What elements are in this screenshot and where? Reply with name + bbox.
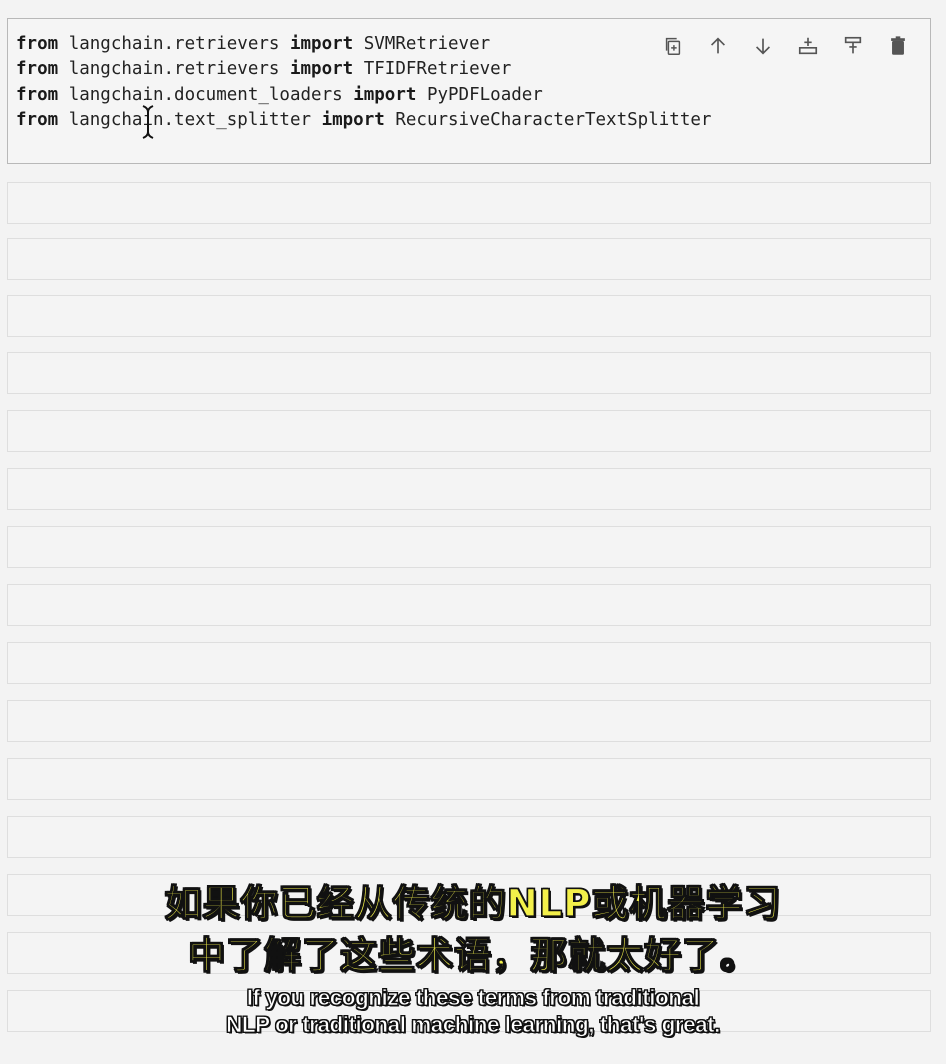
video-subtitles: 如果你已经从传统的NLP或机器学习 中了解了这些术语，那就太好了。 If you…	[0, 878, 946, 1038]
empty-cell[interactable]	[7, 468, 931, 510]
keyword-import: import	[289, 59, 354, 80]
keyword-from: from	[16, 84, 59, 105]
merge-button[interactable]	[834, 33, 871, 59]
keyword-import: import	[353, 84, 417, 105]
empty-cell[interactable]	[7, 584, 931, 626]
keyword-from: from	[16, 34, 59, 54]
module-name: langchain.retrievers	[68, 59, 280, 80]
keyword-from: from	[16, 109, 59, 130]
code-line: from langchain.retrievers import TFIDFRe…	[16, 57, 711, 82]
delete-icon	[890, 36, 905, 55]
duplicate-icon	[665, 37, 680, 55]
empty-cell[interactable]	[7, 295, 931, 337]
duplicate-button[interactable]	[654, 33, 691, 59]
empty-cell[interactable]	[7, 758, 931, 800]
code-line: from langchain.retrievers import SVMRetr…	[16, 32, 711, 57]
imported-name: RecursiveCharacterTextSplitter	[395, 109, 712, 130]
subtitle-en-line-1: If you recognize these terms from tradit…	[246, 985, 700, 1011]
keyword-from: from	[16, 59, 59, 80]
empty-cell[interactable]	[7, 238, 931, 280]
empty-cell[interactable]	[7, 352, 931, 394]
imported-name: TFIDFRetriever	[363, 59, 512, 80]
empty-cell[interactable]	[7, 526, 931, 568]
move-up-button[interactable]	[699, 33, 736, 59]
move-down-icon	[755, 38, 770, 55]
empty-cell[interactable]	[7, 410, 931, 452]
subtitle-zh-line-2: 中了解了这些术语，那就太好了。	[187, 933, 758, 977]
imported-name: PyPDFLoader	[426, 84, 543, 105]
empty-cell[interactable]	[7, 700, 931, 742]
insert-below-icon	[798, 37, 817, 55]
keyword-import: import	[289, 34, 354, 54]
empty-cell[interactable]	[7, 816, 931, 858]
module-name: langchain.document_loaders	[68, 84, 343, 105]
insert-below-button[interactable]	[789, 33, 826, 59]
code-cell[interactable]: from langchain.retrievers import SVMRetr…	[7, 18, 931, 164]
code-line: from langchain.document_loaders import P…	[16, 83, 711, 108]
keyword-import: import	[321, 109, 385, 130]
move-up-icon	[710, 37, 725, 54]
code-line: from langchain.text_splitter import Recu…	[16, 108, 711, 133]
module-name: langchain.retrievers	[68, 34, 280, 54]
cell-toolbar	[654, 33, 916, 59]
empty-cell[interactable]	[7, 642, 931, 684]
subtitle-en-line-2: NLP or traditional machine learning, tha…	[226, 1012, 721, 1038]
subtitle-en-block: If you recognize these terms from tradit…	[0, 984, 946, 1038]
move-down-button[interactable]	[744, 33, 781, 59]
imported-name: SVMRetriever	[363, 34, 491, 54]
merge-icon	[844, 36, 861, 54]
module-name: langchain.text_splitter	[68, 109, 312, 130]
empty-cell[interactable]	[7, 182, 931, 224]
text-cursor-icon	[142, 105, 154, 139]
subtitle-zh-line-1: 如果你已经从传统的NLP或机器学习	[164, 881, 782, 925]
code-editor[interactable]: from langchain.retrievers import SVMRetr…	[16, 32, 711, 133]
delete-button[interactable]	[879, 33, 916, 59]
